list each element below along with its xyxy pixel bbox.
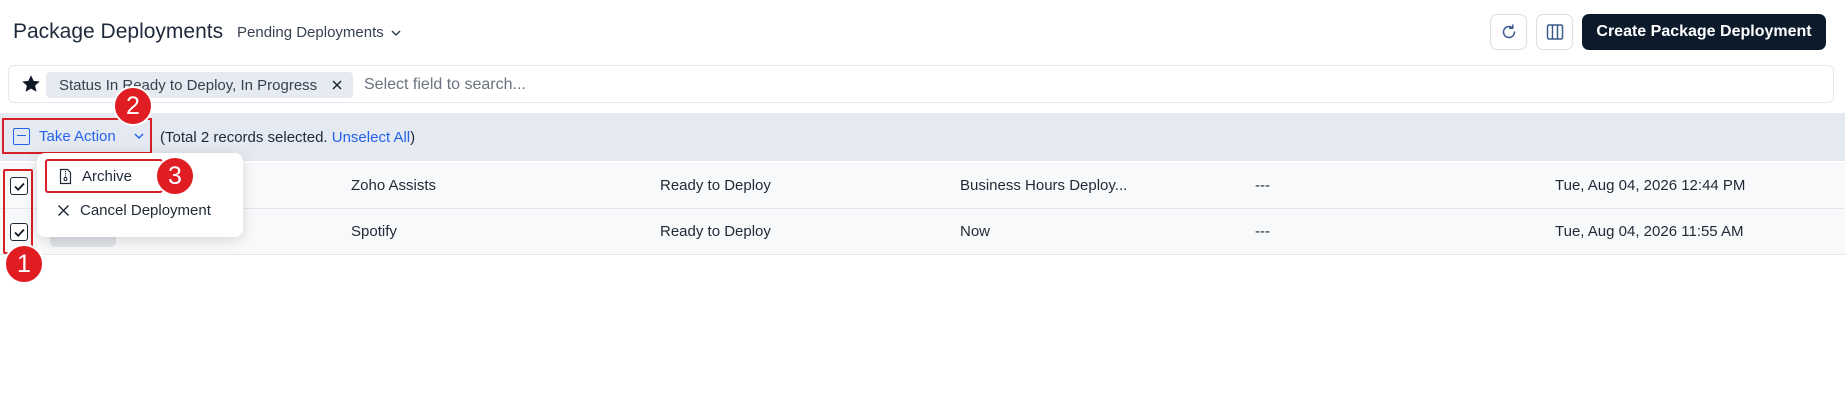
star-icon[interactable] xyxy=(20,73,42,95)
bulk-action-bar: Take Action (Total 2 records selected. U… xyxy=(0,113,1845,161)
unselect-all-link[interactable]: Unselect All xyxy=(332,129,410,146)
package-name[interactable]: Zoho Assists xyxy=(351,177,436,194)
view-selector-label: Pending Deployments xyxy=(237,24,384,41)
deployment-status: Ready to Deploy xyxy=(660,223,771,240)
view-selector[interactable]: Pending Deployments xyxy=(237,24,402,41)
package-name[interactable]: Spotify xyxy=(351,223,397,240)
selection-count-text: (Total 2 records selected. xyxy=(160,129,332,146)
filter-bar: Status In Ready to Deploy, In Progress xyxy=(8,65,1834,103)
filter-chip[interactable]: Status In Ready to Deploy, In Progress xyxy=(46,72,354,98)
menu-item-label: Cancel Deployment xyxy=(80,201,211,219)
selection-suffix: ) xyxy=(410,129,416,146)
row-checkbox[interactable] xyxy=(10,177,28,195)
menu-item-label: Archive xyxy=(82,167,133,185)
chevron-down-icon xyxy=(391,29,401,36)
select-all-checkbox[interactable] xyxy=(13,127,30,145)
columns-icon xyxy=(1546,24,1563,40)
create-package-deployment-button[interactable]: Create Package Deployment xyxy=(1582,14,1826,50)
menu-item-archive[interactable]: Archive xyxy=(45,159,163,193)
page-title: Package Deployments xyxy=(13,20,224,43)
menu-item-cancel-deployment[interactable]: Cancel Deployment xyxy=(45,193,235,227)
take-action-menu: Archive Cancel Deployment xyxy=(37,153,243,237)
empty-value: --- xyxy=(1255,223,1270,240)
table-row[interactable]: Spotify Ready to Deploy Now --- Tue, Aug… xyxy=(0,209,1845,255)
columns-button[interactable] xyxy=(1536,14,1573,50)
selection-info: (Total 2 records selected. Unselect All) xyxy=(160,129,415,146)
deployment-schedule: Business Hours Deploy... xyxy=(960,177,1128,194)
close-icon[interactable] xyxy=(331,79,343,91)
row-checkbox[interactable] xyxy=(10,223,28,241)
step-badge: 3 xyxy=(155,156,195,196)
empty-value: --- xyxy=(1255,177,1270,194)
deployment-status: Ready to Deploy xyxy=(660,177,771,194)
close-icon xyxy=(58,204,69,216)
chevron-down-icon xyxy=(134,133,144,140)
take-action-label: Take Action xyxy=(39,127,116,145)
archive-file-icon xyxy=(59,168,72,184)
deployment-schedule: Now xyxy=(960,223,991,240)
refresh-icon xyxy=(1502,24,1515,39)
checkmark-icon xyxy=(13,228,25,237)
table-row[interactable]: Zoho Assists Ready to Deploy Business Ho… xyxy=(0,163,1845,209)
created-date: Tue, Aug 04, 2026 11:55 AM xyxy=(1555,223,1744,240)
refresh-button[interactable] xyxy=(1490,14,1527,50)
filter-chip-label: Status In Ready to Deploy, In Progress xyxy=(59,76,318,94)
checkmark-icon xyxy=(13,182,25,191)
created-date: Tue, Aug 04, 2026 12:44 PM xyxy=(1555,177,1746,194)
page-header: Package Deployments Pending Deployments … xyxy=(0,0,1845,66)
step-badge: 1 xyxy=(4,244,44,284)
row-thumbnail xyxy=(50,237,116,247)
step-badge: 2 xyxy=(113,86,153,126)
search-input[interactable] xyxy=(364,72,1064,98)
